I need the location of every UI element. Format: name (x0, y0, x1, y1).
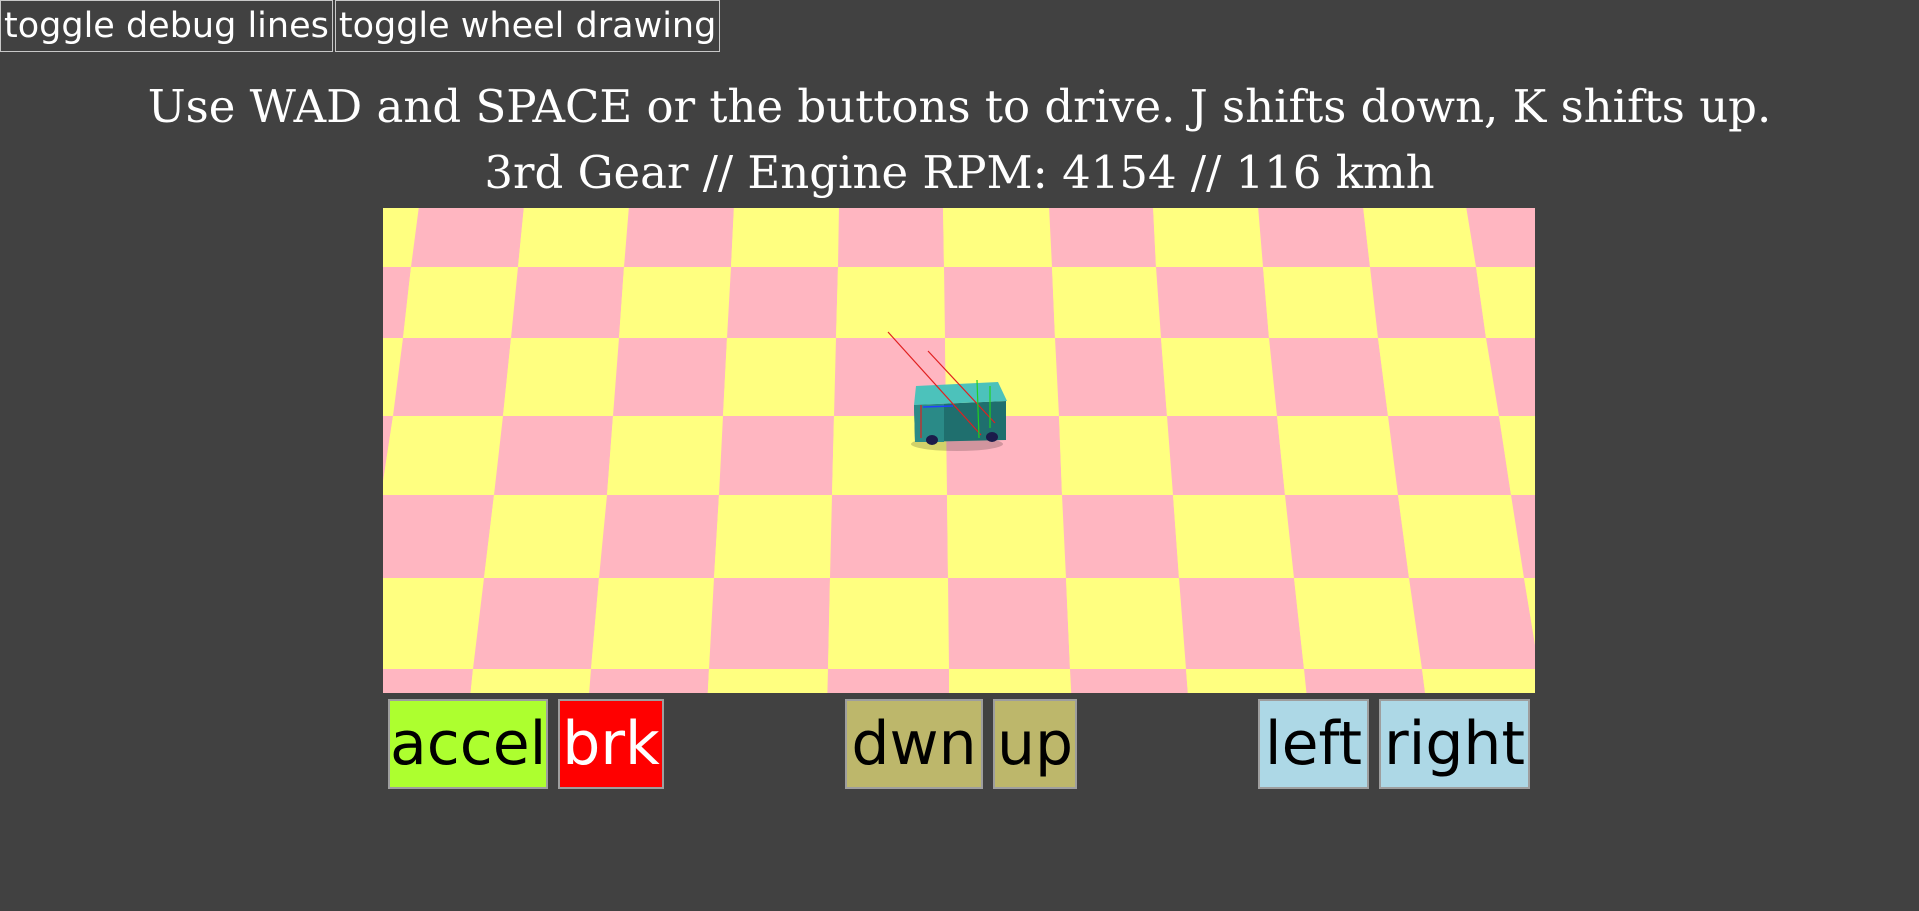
floor-tile (1179, 578, 1304, 669)
floor-tile (1378, 338, 1499, 416)
status-readout: 3rd Gear // Engine RPM: 4154 // 116 kmh (484, 146, 1435, 199)
floor-tile (503, 338, 619, 416)
floor-tile (709, 578, 830, 669)
floor-tile (827, 669, 949, 693)
floor-tile (707, 669, 828, 693)
floor-tile (838, 208, 944, 267)
floor-tile (619, 267, 731, 338)
floor-tile (411, 208, 524, 267)
accelerate-button[interactable]: accel (388, 699, 548, 789)
floor-tile (591, 578, 714, 669)
floor-tile (403, 267, 518, 338)
floor-tile (1052, 267, 1161, 338)
floor-tile (723, 338, 836, 416)
wheel-rear-left-icon (986, 432, 998, 442)
floor-tile (1422, 669, 1535, 693)
floor-tile (731, 208, 839, 267)
floor-tile (714, 495, 832, 578)
floor-tile (949, 669, 1072, 693)
floor-tile (1294, 578, 1422, 669)
floor-tile (1059, 416, 1173, 495)
3d-viewport[interactable] (383, 208, 1535, 693)
floor-tile (1062, 495, 1179, 578)
floor-tile (1388, 416, 1511, 495)
floor-tile (511, 267, 624, 338)
floor-tile (719, 416, 834, 495)
floor-tile (1285, 495, 1409, 578)
floor-tile (1049, 208, 1156, 267)
debug-line-blue (922, 405, 954, 408)
floor-tile (1258, 208, 1370, 267)
floor-tile (1476, 267, 1535, 338)
floor-tile (1466, 208, 1535, 267)
floor-tile (383, 578, 484, 669)
floor-tile (1304, 669, 1426, 693)
floor-tile (589, 669, 709, 693)
floor-tile (383, 669, 473, 693)
floor-tile (1263, 267, 1378, 338)
floor-tile (830, 495, 948, 578)
shift-down-button[interactable]: dwn (845, 699, 983, 789)
shift-up-button[interactable]: up (993, 699, 1077, 789)
wheel-front-left-icon (926, 435, 938, 445)
floor-tile (948, 578, 1070, 669)
floor-tile (383, 495, 494, 578)
floor-tile (383, 416, 503, 495)
floor-tile (473, 578, 599, 669)
floor-tile (1173, 495, 1294, 578)
floor-tile (518, 208, 629, 267)
toolbar: toggle debug lines toggle wheel drawing (0, 0, 721, 55)
toggle-debug-lines-button[interactable]: toggle debug lines (0, 0, 333, 52)
floor-tile (1070, 669, 1188, 693)
floor-tile (944, 267, 1055, 338)
toggle-wheel-drawing-button[interactable]: toggle wheel drawing (334, 0, 721, 52)
floor-tile (624, 208, 734, 267)
floor-tile (1153, 208, 1263, 267)
floor-tile (1156, 267, 1269, 338)
floor-tile (1277, 416, 1398, 495)
floor-tile (1066, 578, 1186, 669)
floor-tile (727, 267, 838, 338)
floor-tile (470, 669, 591, 693)
floor-tile (613, 338, 727, 416)
floor-tile (1370, 267, 1486, 338)
floor-tile (1363, 208, 1476, 267)
floor-tile (947, 495, 1066, 578)
floor-tile (393, 338, 511, 416)
floor-tile (484, 495, 607, 578)
floor-tile (943, 208, 1052, 267)
floor-tile (1409, 578, 1535, 669)
steer-right-button[interactable]: right (1379, 699, 1530, 789)
floor-tile (1055, 338, 1167, 416)
floor-tile (836, 267, 945, 338)
steer-left-button[interactable]: left (1258, 699, 1369, 789)
floor-tile (828, 578, 949, 669)
floor-tile (1186, 669, 1307, 693)
scene-canvas[interactable] (383, 208, 1535, 693)
floor-tile (1161, 338, 1277, 416)
floor-tile (1269, 338, 1388, 416)
instructions-text: Use WAD and SPACE or the buttons to driv… (147, 80, 1772, 133)
floor-tile (494, 416, 613, 495)
floor-tile (1398, 495, 1524, 578)
floor-tile (607, 416, 723, 495)
floor-tile (599, 495, 719, 578)
brake-button[interactable]: brk (558, 699, 664, 789)
floor-tile (1167, 416, 1285, 495)
